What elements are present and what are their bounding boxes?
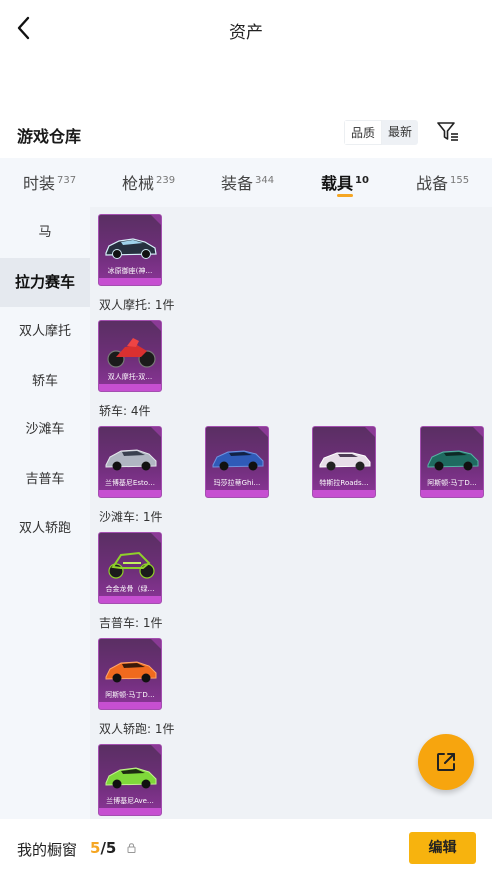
- warehouse-title: 游戏仓库: [17, 127, 82, 146]
- tab-count: 10: [355, 175, 369, 186]
- vehicle-card[interactable]: 冰原御座(神…: [98, 214, 162, 286]
- group-label-double-moto: 双人摩托: 1件: [99, 298, 175, 312]
- tab-label: 枪械: [122, 174, 155, 193]
- vehicle-name: 阿斯顿·马丁D…: [105, 691, 155, 699]
- vehicle-name: 冰原御座(神…: [107, 267, 153, 275]
- sort-toggle: 品质 最新: [344, 120, 419, 145]
- sports-car-icon: [105, 767, 157, 789]
- vehicle-name: 玛莎拉蒂Ghi…: [213, 479, 261, 487]
- tab-equipment[interactable]: 装备 344: [221, 170, 274, 194]
- sidebar-item-rally-car[interactable]: 拉力赛车: [0, 258, 90, 307]
- vehicle-card[interactable]: 特斯拉Roads…: [312, 426, 376, 498]
- vehicle-name: 兰博基尼Ave…: [106, 797, 154, 805]
- tab-guns[interactable]: 枪械 239: [122, 170, 175, 194]
- tab-label: 装备: [221, 174, 254, 193]
- tab-count: 344: [255, 175, 275, 186]
- vehicle-type-sidebar: 马 拉力赛车 双人摩托 轿车 沙滩车 吉普车 双人轿跑: [0, 207, 90, 819]
- sports-car-icon: [105, 661, 157, 683]
- tab-label: 战备: [416, 174, 449, 193]
- vehicle-card[interactable]: 玛莎拉蒂Ghi…: [205, 426, 269, 498]
- group-label-double-coupe: 双人轿跑: 1件: [99, 722, 175, 736]
- tab-vehicles[interactable]: 载具 10: [321, 170, 369, 194]
- sidebar-item-jeep[interactable]: 吉普车: [0, 455, 90, 504]
- vehicle-list: 冰原御座(神… 双人摩托: 1件 双人摩托-双… 轿车: 4件 兰博基尼Esto…: [90, 207, 492, 819]
- group-label-beach-buggy: 沙滩车: 1件: [99, 510, 163, 524]
- group-label-jeep: 吉普车: 1件: [99, 616, 163, 630]
- vehicle-card[interactable]: 双人摩托-双…: [98, 320, 162, 392]
- sedan-car-icon: [427, 450, 479, 471]
- sidebar-item-beach-buggy[interactable]: 沙滩车: [0, 405, 90, 454]
- sedan-car-icon: [212, 450, 264, 471]
- tab-fashion[interactable]: 时装 737: [23, 170, 76, 194]
- roadster-car-icon: [319, 452, 371, 471]
- sedan-car-icon: [105, 449, 157, 471]
- vehicle-name: 合金龙骨（绿…: [105, 585, 155, 593]
- rarity-band: [99, 702, 161, 709]
- rarity-band: [206, 490, 268, 497]
- vehicle-card[interactable]: 阿斯顿·马丁D…: [420, 426, 484, 498]
- tab-supplies[interactable]: 战备 155: [416, 170, 469, 194]
- filter-button[interactable]: [436, 121, 460, 143]
- vehicle-card[interactable]: 阿斯顿·马丁D…: [98, 638, 162, 710]
- tab-label: 时装: [23, 174, 56, 193]
- tab-count: 155: [450, 175, 470, 186]
- rarity-band: [99, 384, 161, 391]
- showcase-count: 5/5: [90, 839, 116, 857]
- sidebar-item-double-moto[interactable]: 双人摩托: [0, 307, 90, 356]
- lock-icon: [127, 843, 136, 853]
- vehicle-name: 兰博基尼Esto…: [104, 479, 156, 487]
- filter-icon: [437, 122, 458, 141]
- vehicle-name: 特斯拉Roads…: [319, 479, 369, 487]
- vehicle-card[interactable]: 合金龙骨（绿…: [98, 532, 162, 604]
- sports-car-icon: [105, 238, 157, 259]
- sort-quality-button[interactable]: 品质: [344, 120, 383, 145]
- sidebar-item-double-coupe[interactable]: 双人轿跑: [0, 504, 90, 553]
- vehicle-card[interactable]: 兰博基尼Esto…: [98, 426, 162, 498]
- vehicle-name: 阿斯顿·马丁D…: [427, 479, 477, 487]
- page-title: 资产: [229, 23, 263, 43]
- tab-count: 239: [156, 175, 176, 186]
- showcase-count-current: 5: [90, 839, 101, 857]
- sidebar-item-sedan[interactable]: 轿车: [0, 357, 90, 406]
- rarity-band: [99, 278, 161, 285]
- vehicle-name: 双人摩托-双…: [107, 373, 153, 381]
- sort-latest-button[interactable]: 最新: [382, 120, 419, 145]
- showcase-label: 我的橱窗: [17, 841, 78, 859]
- rarity-band: [99, 596, 161, 603]
- active-tab-indicator: [337, 194, 353, 197]
- showcase-count-total: /5: [100, 839, 117, 857]
- top-bar: 资产: [0, 0, 492, 58]
- motorcycle-icon: [107, 338, 156, 368]
- share-button[interactable]: [418, 734, 474, 790]
- buggy-icon: [108, 551, 155, 579]
- vehicle-card[interactable]: 兰博基尼Ave…: [98, 744, 162, 816]
- rarity-band: [99, 808, 161, 815]
- tab-label: 载具: [321, 174, 354, 193]
- sidebar-item-horse[interactable]: 马: [0, 208, 90, 257]
- share-external-icon: [437, 753, 455, 771]
- warehouse-header: 游戏仓库: [0, 116, 492, 150]
- edit-button[interactable]: 编辑: [409, 832, 476, 864]
- tab-count: 737: [57, 175, 77, 186]
- rarity-band: [421, 490, 483, 497]
- showcase-bar: 我的橱窗 5/5 编辑: [0, 819, 492, 876]
- category-tabs: 时装 737 枪械 239 装备 344 载具 10 战备 155: [0, 158, 492, 207]
- rarity-band: [99, 490, 161, 497]
- group-label-sedan: 轿车: 4件: [99, 404, 151, 418]
- rarity-band: [313, 490, 375, 497]
